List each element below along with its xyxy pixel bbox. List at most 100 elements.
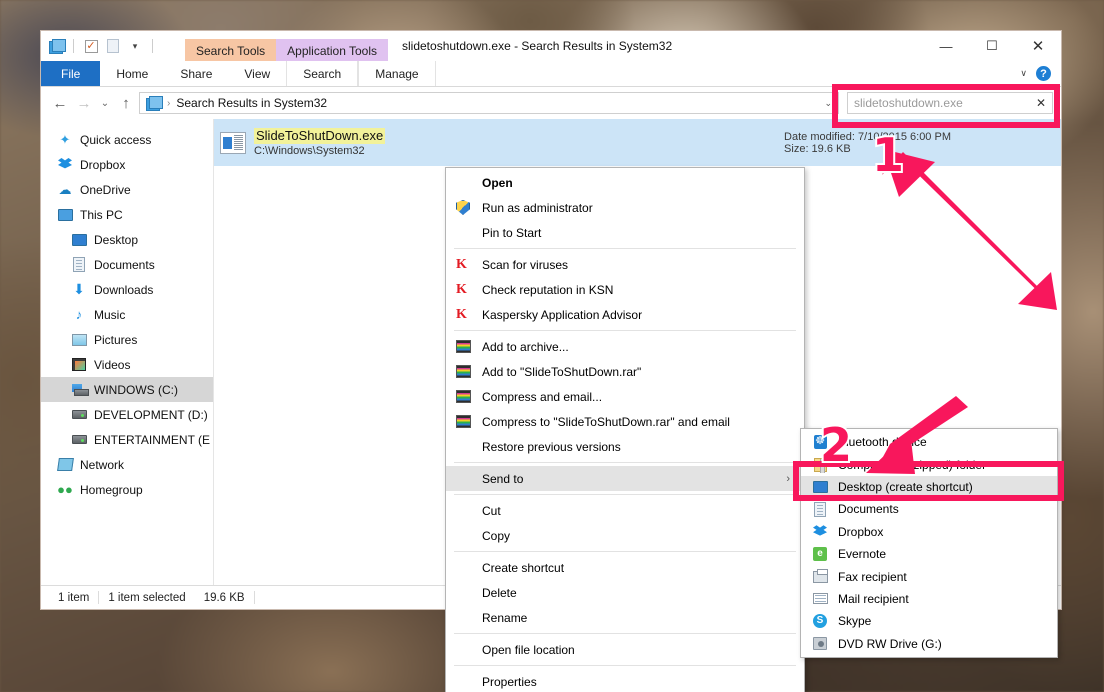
chevron-down-icon[interactable]: ∨ xyxy=(1020,68,1027,79)
sidebar-item-onedrive[interactable]: ☁ OneDrive xyxy=(41,177,213,202)
menu-item-copy[interactable]: Copy xyxy=(446,523,804,548)
help-icon[interactable]: ? xyxy=(1036,66,1051,81)
menu-item-documents[interactable]: Documents xyxy=(801,498,1057,520)
table-row[interactable]: SlideToShutDown.exe C:\Windows\System32 … xyxy=(214,119,1061,166)
menu-item-send-to[interactable]: Send to › xyxy=(446,466,804,491)
new-folder-icon[interactable] xyxy=(104,37,122,55)
chevron-down-icon[interactable]: ⌄ xyxy=(824,98,832,109)
menu-item-label: Send to xyxy=(482,471,524,486)
sidebar-item-desktop[interactable]: Desktop xyxy=(41,227,213,252)
customize-qat-caret-icon[interactable]: ▾ xyxy=(126,37,144,55)
sidebar-item-development-d[interactable]: DEVELOPMENT (D:) xyxy=(41,402,213,427)
sidebar-item-label: Homegroup xyxy=(80,482,143,497)
tab-file[interactable]: File xyxy=(41,61,101,86)
recent-locations-icon[interactable]: ⌄ xyxy=(97,92,113,114)
divider xyxy=(253,591,255,604)
menu-item-mail-recipient[interactable]: Mail recipient xyxy=(801,588,1057,610)
properties-checkbox-icon[interactable]: ✓ xyxy=(82,37,100,55)
menu-item-evernote[interactable]: e Evernote xyxy=(801,543,1057,565)
menu-item-cut[interactable]: Cut xyxy=(446,498,804,523)
menu-item-compressed-zipped-folder[interactable]: Compressed (zipped) folder xyxy=(801,453,1057,475)
menu-item-create-shortcut[interactable]: Create shortcut xyxy=(446,555,804,580)
sidebar-item-label: ENTERTAINMENT (E xyxy=(94,432,211,447)
winrar-icon xyxy=(454,364,472,380)
menu-item-add-to-slidetoshutdown-rar[interactable]: Add to "SlideToShutDown.rar" xyxy=(446,359,804,384)
mail-icon xyxy=(811,591,829,607)
maximize-button[interactable]: ☐ xyxy=(969,31,1015,61)
sidebar-item-videos[interactable]: Videos xyxy=(41,352,213,377)
sidebar-item-entertainment-e[interactable]: ENTERTAINMENT (E xyxy=(41,427,213,452)
sidebar-item-label: WINDOWS (C:) xyxy=(94,382,178,397)
menu-item-compress-and-email[interactable]: Compress and email... xyxy=(446,384,804,409)
menu-item-label: Copy xyxy=(482,528,511,543)
menu-separator xyxy=(454,551,796,552)
dropbox-icon xyxy=(57,157,73,173)
menu-item-label: Kaspersky Application Advisor xyxy=(482,307,643,322)
quick-access-toolbar: ✓ ▾ xyxy=(41,37,157,55)
tab-search[interactable]: Search xyxy=(286,61,359,86)
menu-item-open-file-location[interactable]: Open file location xyxy=(446,637,804,662)
up-button[interactable]: ↑ xyxy=(115,92,137,114)
menu-item-pin-to-start[interactable]: Pin to Start xyxy=(446,220,804,245)
kaspersky-icon xyxy=(454,307,472,323)
sidebar-item-music[interactable]: ♪ Music xyxy=(41,302,213,327)
menu-item-dropbox[interactable]: Dropbox xyxy=(801,521,1057,543)
sidebar-item-dropbox[interactable]: Dropbox xyxy=(41,152,213,177)
menu-separator xyxy=(454,633,796,634)
minimize-button[interactable]: — xyxy=(923,31,969,61)
tab-share[interactable]: Share xyxy=(164,61,228,86)
menu-item-label: Check reputation in KSN xyxy=(482,282,614,297)
sidebar-item-pictures[interactable]: Pictures xyxy=(41,327,213,352)
menu-item-dvd-rw-drive-g[interactable]: DVD RW Drive (G:) xyxy=(801,633,1057,655)
menu-item-add-to-archive[interactable]: Add to archive... xyxy=(446,334,804,359)
homegroup-icon: ●● xyxy=(57,482,73,497)
back-button[interactable]: ← xyxy=(49,92,71,114)
clear-search-icon[interactable]: ✕ xyxy=(1036,96,1046,110)
menu-item-check-reputation-in-ksn[interactable]: Check reputation in KSN xyxy=(446,277,804,302)
desktop-icon xyxy=(71,232,87,248)
folder-icon[interactable] xyxy=(47,37,66,55)
sidebar-item-homegroup[interactable]: ●● Homegroup xyxy=(41,477,213,502)
menu-item-kaspersky-application-advisor[interactable]: Kaspersky Application Advisor xyxy=(446,302,804,327)
no-icon xyxy=(454,471,472,487)
menu-item-restore-previous-versions[interactable]: Restore previous versions xyxy=(446,434,804,459)
menu-item-label: Fax recipient xyxy=(838,569,907,584)
divider xyxy=(152,39,153,53)
menu-item-desktop-create-shortcut[interactable]: Desktop (create shortcut) xyxy=(801,475,1057,499)
menu-item-properties[interactable]: Properties xyxy=(446,669,804,692)
no-icon xyxy=(454,642,472,658)
send-to-submenu: ☸ Bluetooth device Compressed (zipped) fol… xyxy=(800,428,1058,658)
sidebar-item-windows-c[interactable]: WINDOWS (C:) xyxy=(41,377,213,402)
menu-item-run-as-administrator[interactable]: Run as administrator xyxy=(446,195,804,220)
videos-icon xyxy=(71,357,87,373)
menu-item-skype[interactable]: S Skype xyxy=(801,610,1057,632)
documents-icon xyxy=(811,501,829,517)
menu-item-rename[interactable]: Rename xyxy=(446,605,804,630)
tab-view[interactable]: View xyxy=(228,61,286,86)
menu-item-open[interactable]: Open xyxy=(446,170,804,195)
file-name: SlideToShutDown.exe xyxy=(254,128,386,144)
menu-item-compress-to-slidetoshutdown-rar-and-email[interactable]: Compress to "SlideToShutDown.rar" and em… xyxy=(446,409,804,434)
sidebar-item-quick-access[interactable]: ✦ Quick access xyxy=(41,127,213,152)
sidebar-item-label: Desktop xyxy=(94,232,139,247)
menu-item-fax-recipient[interactable]: Fax recipient xyxy=(801,565,1057,587)
sidebar-item-network[interactable]: Network xyxy=(41,452,213,477)
search-input[interactable]: slidetoshutdown.exe ✕ xyxy=(847,92,1053,114)
sidebar-item-documents[interactable]: Documents xyxy=(41,252,213,277)
contextual-tab-application-tools[interactable]: Application Tools xyxy=(276,39,388,61)
sidebar-item-this-pc[interactable]: This PC xyxy=(41,202,213,227)
address-bar-row: ← → ⌄ ↑ › Search Results in System32 ⌄ s… xyxy=(41,87,1061,119)
address-input[interactable]: › Search Results in System32 ⌄ xyxy=(139,92,839,114)
menu-item-scan-for-viruses[interactable]: Scan for viruses xyxy=(446,252,804,277)
contextual-tab-search-tools[interactable]: Search Tools xyxy=(185,39,277,61)
tab-home[interactable]: Home xyxy=(100,61,164,86)
menu-item-delete[interactable]: Delete xyxy=(446,580,804,605)
forward-button[interactable]: → xyxy=(73,92,95,114)
window-title: slidetoshutdown.exe - Search Results in … xyxy=(402,39,673,53)
winrar-icon xyxy=(454,339,472,355)
close-button[interactable]: ✕ xyxy=(1015,31,1061,61)
sidebar-item-downloads[interactable]: ⬇ Downloads xyxy=(41,277,213,302)
zip-folder-icon xyxy=(811,457,829,473)
menu-item-bluetooth-device[interactable]: ☸ Bluetooth device xyxy=(801,431,1057,453)
tab-manage[interactable]: Manage xyxy=(358,61,436,86)
